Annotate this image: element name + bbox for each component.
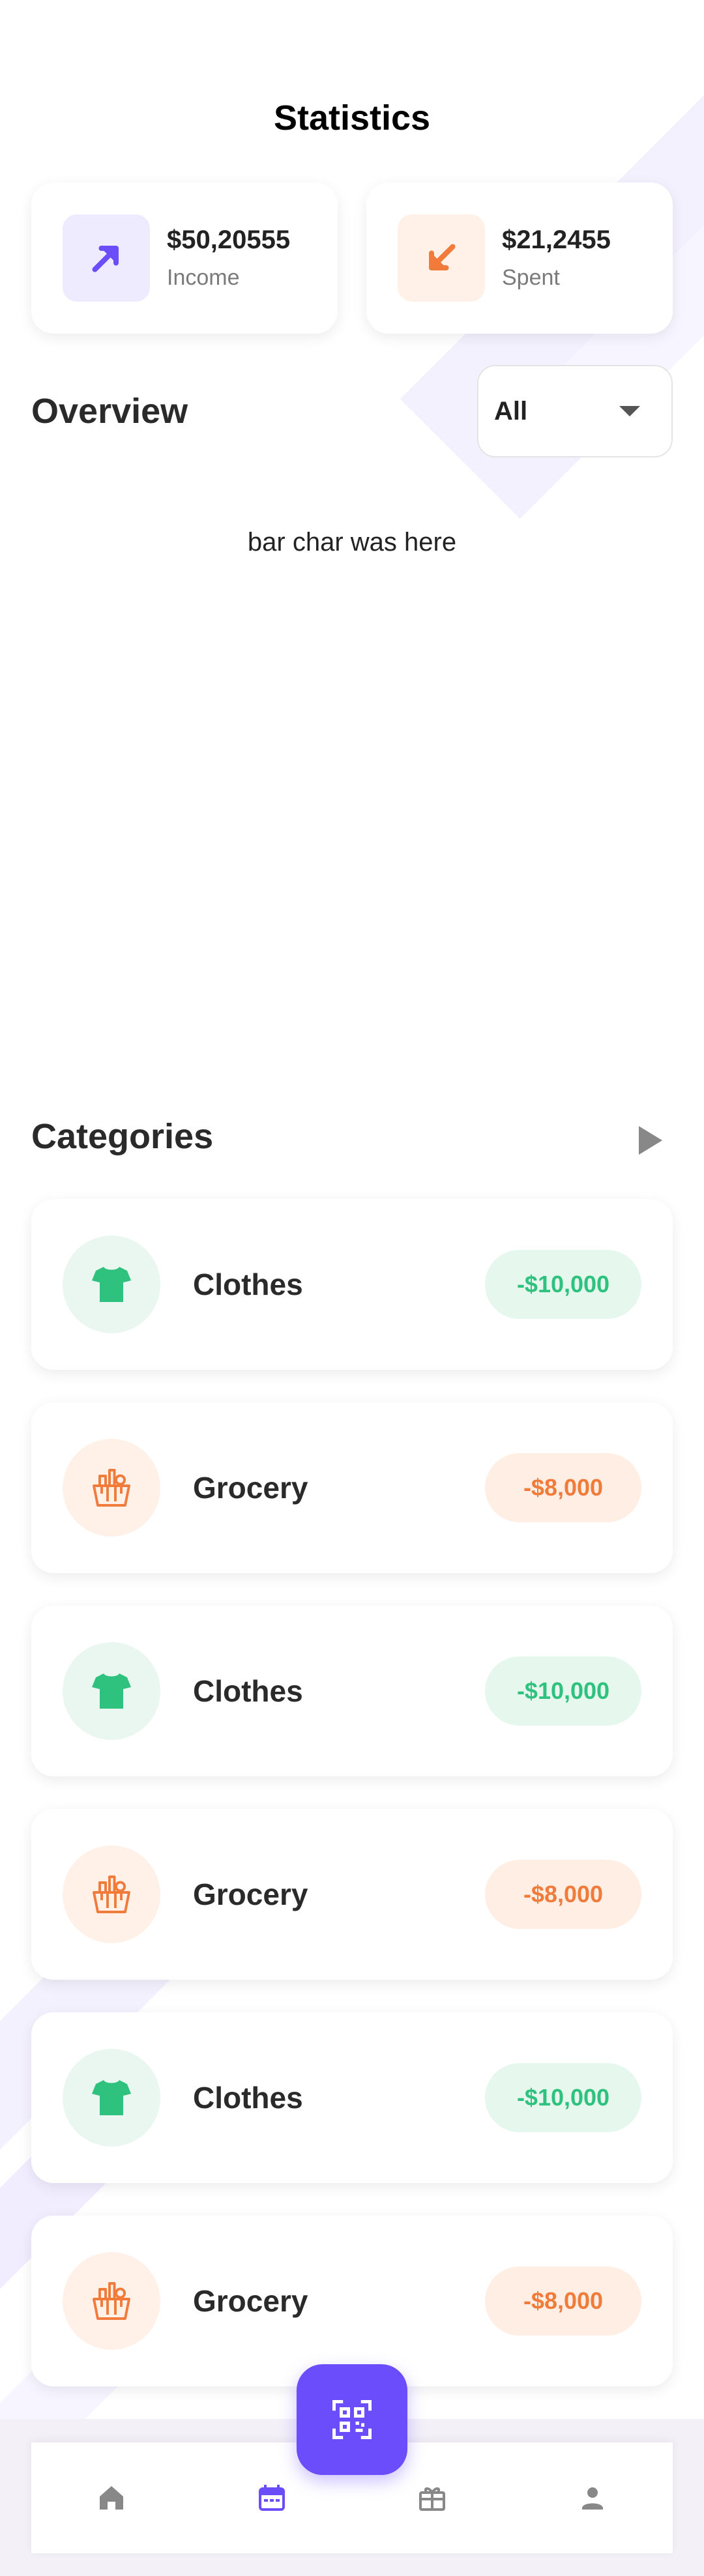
category-name: Clothes xyxy=(193,2081,303,2115)
overview-filter-dropdown[interactable]: All xyxy=(477,365,673,457)
nav-home[interactable] xyxy=(72,2459,151,2537)
income-label: Income xyxy=(167,265,240,290)
category-card[interactable]: Clothes -$10,000 xyxy=(31,2012,673,2183)
category-icon-circle xyxy=(63,1642,160,1740)
qr-scan-icon xyxy=(332,2400,372,2439)
arrow-up-right-icon xyxy=(92,246,119,272)
scan-qr-button[interactable] xyxy=(297,2364,407,2475)
category-name: Grocery xyxy=(193,1471,308,1505)
nav-calendar[interactable] xyxy=(233,2459,311,2537)
income-card[interactable]: $50,20555 Income xyxy=(31,182,338,334)
tshirt-icon xyxy=(92,1267,131,1302)
category-card[interactable]: Grocery -$8,000 xyxy=(31,1402,673,1573)
page-title: Statistics xyxy=(273,98,431,137)
categories-heading: Categories xyxy=(31,1117,214,1156)
calendar-icon xyxy=(259,2485,285,2511)
category-icon-circle xyxy=(63,1845,160,1943)
category-icon-circle xyxy=(63,2049,160,2147)
category-icon-circle xyxy=(63,1439,160,1537)
tshirt-icon xyxy=(92,1673,131,1709)
statistics-screen: Statistics $50,20555 Income $21,2455 Spe… xyxy=(0,0,704,2576)
play-arrow-icon[interactable] xyxy=(639,1126,662,1155)
chevron-down-icon xyxy=(619,406,640,416)
overview-heading: Overview xyxy=(31,392,188,431)
category-name: Clothes xyxy=(193,1674,303,1708)
grocery-basket-icon xyxy=(93,2282,130,2320)
spent-amount: $21,2455 xyxy=(502,225,611,254)
grocery-basket-icon xyxy=(93,1469,130,1507)
category-amount-badge: -$8,000 xyxy=(485,1453,641,1522)
nav-profile[interactable] xyxy=(553,2459,632,2537)
category-amount-badge: -$8,000 xyxy=(485,2266,641,2336)
category-card[interactable]: Grocery -$8,000 xyxy=(31,2216,673,2386)
category-name: Grocery xyxy=(193,2284,308,2318)
category-card[interactable]: Grocery -$8,000 xyxy=(31,1809,673,1980)
spent-icon-box xyxy=(398,214,485,302)
filter-selected-value: All xyxy=(494,396,528,426)
home-icon xyxy=(100,2486,123,2510)
category-icon-circle xyxy=(63,2252,160,2350)
arrow-down-left-icon xyxy=(429,244,456,270)
income-amount: $50,20555 xyxy=(167,225,291,254)
tshirt-icon xyxy=(92,2080,131,2115)
category-name: Clothes xyxy=(193,1267,303,1301)
category-amount-badge: -$10,000 xyxy=(485,1250,641,1319)
grocery-basket-icon xyxy=(93,1875,130,1913)
chart-placeholder: bar char was here xyxy=(247,528,457,557)
spent-label: Spent xyxy=(502,265,560,290)
category-amount-badge: -$8,000 xyxy=(485,1860,641,1929)
income-icon-box xyxy=(63,214,150,302)
category-card[interactable]: Clothes -$10,000 xyxy=(31,1606,673,1776)
nav-gift[interactable] xyxy=(393,2459,471,2537)
category-amount-badge: -$10,000 xyxy=(485,1657,641,1726)
spent-card[interactable]: $21,2455 Spent xyxy=(366,182,673,334)
category-card[interactable]: Clothes -$10,000 xyxy=(31,1199,673,1370)
category-icon-circle xyxy=(63,1236,160,1333)
category-name: Grocery xyxy=(193,1877,308,1911)
profile-icon xyxy=(582,2487,603,2510)
category-amount-badge: -$10,000 xyxy=(485,2063,641,2132)
gift-icon xyxy=(419,2487,445,2511)
